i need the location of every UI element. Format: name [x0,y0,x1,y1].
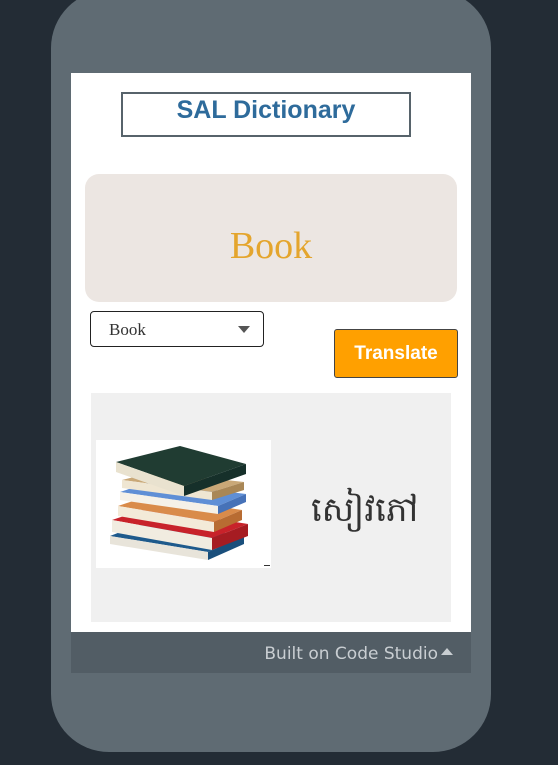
stack-of-books-image [96,440,271,568]
word-dropdown[interactable]: Book [90,311,264,347]
app-title-box: SAL Dictionary [121,92,411,137]
footer-bar[interactable]: Built on Code Studio [71,632,471,673]
result-panel: សៀវភៅ [91,393,451,622]
translation-text: សៀវភៅ [311,490,419,530]
caret-up-icon[interactable] [441,648,453,655]
chevron-down-icon [238,326,250,333]
image-link-underline [264,565,270,566]
translate-button[interactable]: Translate [334,329,458,378]
word-dropdown-value: Book [109,320,146,339]
word-display-text: Book [229,225,313,267]
footer-label: Built on Code Studio [264,644,438,664]
app-screen: SAL Dictionary Book Book Translate សៀវភៅ [71,73,471,632]
books-illustration [110,446,248,560]
word-display-panel: Book [85,174,457,302]
app-title: SAL Dictionary [176,96,356,124]
